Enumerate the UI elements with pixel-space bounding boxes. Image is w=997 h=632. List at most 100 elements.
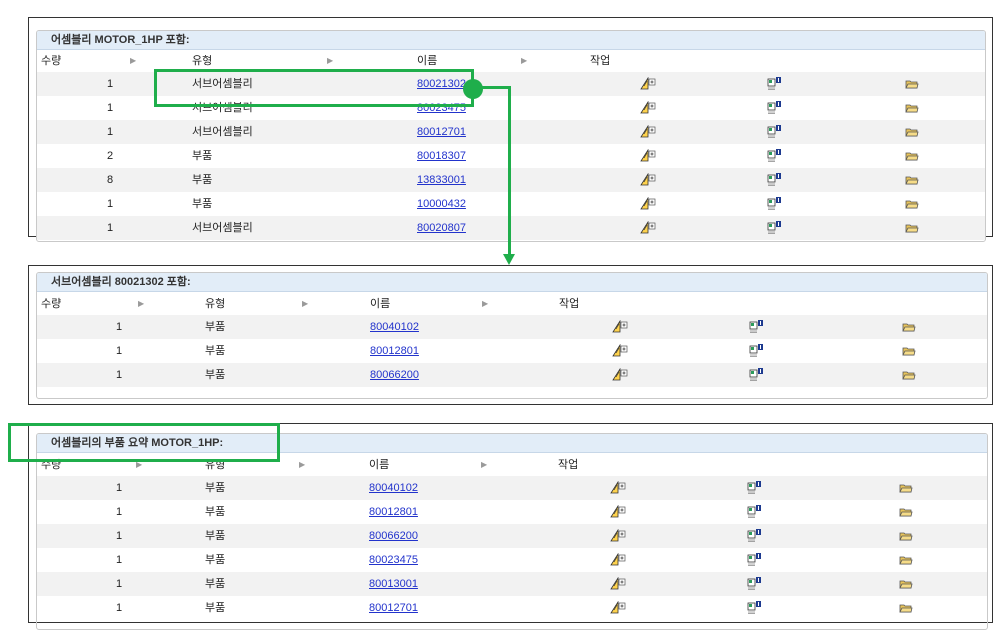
open-folder-icon[interactable] — [902, 369, 916, 384]
document-info-icon[interactable] — [749, 343, 765, 360]
column-header-row: 수량 ▶ 유형 ▶ 이름 ▶ 작업 — [37, 293, 987, 315]
document-info-icon[interactable] — [747, 480, 763, 497]
sort-arrow-icon[interactable]: ▶ — [302, 293, 308, 315]
open-folder-icon[interactable] — [905, 126, 919, 141]
document-info-icon[interactable] — [767, 172, 783, 189]
open-folder-icon[interactable] — [905, 174, 919, 189]
edit-structure-icon[interactable] — [610, 576, 626, 593]
document-info-icon[interactable] — [767, 220, 783, 237]
edit-structure-icon[interactable] — [640, 76, 656, 93]
column-header-type[interactable]: 유형 — [205, 293, 225, 315]
edit-structure-icon[interactable] — [640, 220, 656, 237]
edit-structure-icon[interactable] — [640, 196, 656, 213]
document-info-icon[interactable] — [767, 196, 783, 213]
document-info-icon[interactable] — [747, 600, 763, 617]
edit-structure-icon[interactable] — [610, 504, 626, 521]
open-folder-icon[interactable] — [905, 222, 919, 237]
part-number-link[interactable]: 80018307 — [417, 150, 466, 162]
document-info-icon[interactable] — [747, 504, 763, 521]
highlight-box-summary-title — [8, 423, 280, 462]
document-info-icon[interactable] — [749, 319, 765, 336]
part-number-link[interactable]: 13833001 — [417, 174, 466, 186]
column-header-action: 작업 — [590, 55, 611, 67]
row-type: 부품 — [205, 554, 226, 566]
open-folder-icon[interactable] — [905, 150, 919, 165]
column-header-name[interactable]: 이름 — [369, 454, 389, 476]
part-number-link[interactable]: 80066200 — [370, 369, 419, 381]
row-qty: 1 — [115, 506, 123, 518]
part-number-link[interactable]: 80040102 — [369, 482, 418, 494]
open-folder-icon[interactable] — [899, 578, 913, 593]
connector-line-horizontal — [478, 86, 511, 89]
row-name-cell: 10000432 — [417, 192, 466, 216]
document-info-icon[interactable] — [767, 148, 783, 165]
row-qty: 1 — [115, 369, 123, 381]
table-row: 1 부품 80066200 — [37, 524, 987, 548]
edit-structure-icon[interactable] — [612, 343, 628, 360]
row-name-cell: 80012701 — [417, 120, 466, 144]
part-number-link[interactable]: 80012701 — [369, 602, 418, 614]
sort-arrow-icon[interactable]: ▶ — [481, 454, 487, 476]
connector-line-vertical — [508, 86, 511, 256]
part-number-link[interactable]: 80020807 — [417, 222, 466, 234]
open-folder-icon[interactable] — [899, 530, 913, 545]
edit-structure-icon[interactable] — [610, 600, 626, 617]
part-number-link[interactable]: 80012701 — [417, 126, 466, 138]
part-number-link[interactable]: 80066200 — [369, 530, 418, 542]
part-number-link[interactable]: 80012801 — [370, 345, 419, 357]
edit-structure-icon[interactable] — [612, 367, 628, 384]
row-type: 부품 — [192, 198, 213, 210]
column-header-qty[interactable]: 수량 — [41, 50, 61, 72]
edit-structure-icon[interactable] — [640, 172, 656, 189]
open-folder-icon[interactable] — [902, 345, 916, 360]
part-number-link[interactable]: 80012801 — [369, 506, 418, 518]
row-type: 서브어셈블리 — [192, 222, 253, 234]
edit-structure-icon[interactable] — [610, 552, 626, 569]
table-row: 1 서브어셈블리 80012701 — [37, 120, 985, 144]
open-folder-icon[interactable] — [902, 321, 916, 336]
sort-arrow-icon[interactable]: ▶ — [299, 454, 305, 476]
row-qty: 1 — [106, 198, 114, 210]
column-header-qty[interactable]: 수량 — [41, 293, 61, 315]
open-folder-icon[interactable] — [905, 78, 919, 93]
open-folder-icon[interactable] — [905, 198, 919, 213]
sort-arrow-icon[interactable]: ▶ — [130, 50, 136, 72]
part-number-link[interactable]: 80040102 — [370, 321, 419, 333]
open-folder-icon[interactable] — [899, 482, 913, 497]
row-qty: 1 — [115, 345, 123, 357]
table-row: 1 부품 80012701 — [37, 596, 987, 620]
part-number-link[interactable]: 80013001 — [369, 578, 418, 590]
document-info-icon[interactable] — [747, 576, 763, 593]
sort-arrow-icon[interactable]: ▶ — [482, 293, 488, 315]
sort-arrow-icon[interactable]: ▶ — [138, 293, 144, 315]
table-row: 1 서브어셈블리 80020807 — [37, 216, 985, 240]
document-info-icon[interactable] — [749, 367, 765, 384]
column-header-name[interactable]: 이름 — [370, 293, 390, 315]
highlight-box-row — [154, 69, 474, 107]
row-type: 부품 — [205, 578, 226, 590]
edit-structure-icon[interactable] — [640, 124, 656, 141]
document-info-icon[interactable] — [747, 552, 763, 569]
edit-structure-icon[interactable] — [640, 100, 656, 117]
part-number-link[interactable]: 10000432 — [417, 198, 466, 210]
row-type: 부품 — [205, 345, 226, 357]
sort-arrow-icon[interactable]: ▶ — [521, 50, 527, 72]
open-folder-icon[interactable] — [899, 554, 913, 569]
edit-structure-icon[interactable] — [612, 319, 628, 336]
open-folder-icon[interactable] — [899, 602, 913, 617]
table-row: 2 부품 80018307 — [37, 144, 985, 168]
document-info-icon[interactable] — [767, 124, 783, 141]
open-folder-icon[interactable] — [905, 102, 919, 117]
table-row: 1 부품 80066200 — [37, 363, 987, 387]
document-info-icon[interactable] — [767, 76, 783, 93]
edit-structure-icon[interactable] — [640, 148, 656, 165]
row-type: 부품 — [205, 321, 226, 333]
edit-structure-icon[interactable] — [610, 480, 626, 497]
subassembly-contents-panel: 서브어셈블리 80021302 포함: 수량 ▶ 유형 ▶ 이름 ▶ 작업 1 부품 800401… — [28, 265, 993, 405]
document-info-icon[interactable] — [767, 100, 783, 117]
open-folder-icon[interactable] — [899, 506, 913, 521]
edit-structure-icon[interactable] — [610, 528, 626, 545]
document-info-icon[interactable] — [747, 528, 763, 545]
part-number-link[interactable]: 80023475 — [369, 554, 418, 566]
row-name-cell: 80020807 — [417, 216, 466, 240]
